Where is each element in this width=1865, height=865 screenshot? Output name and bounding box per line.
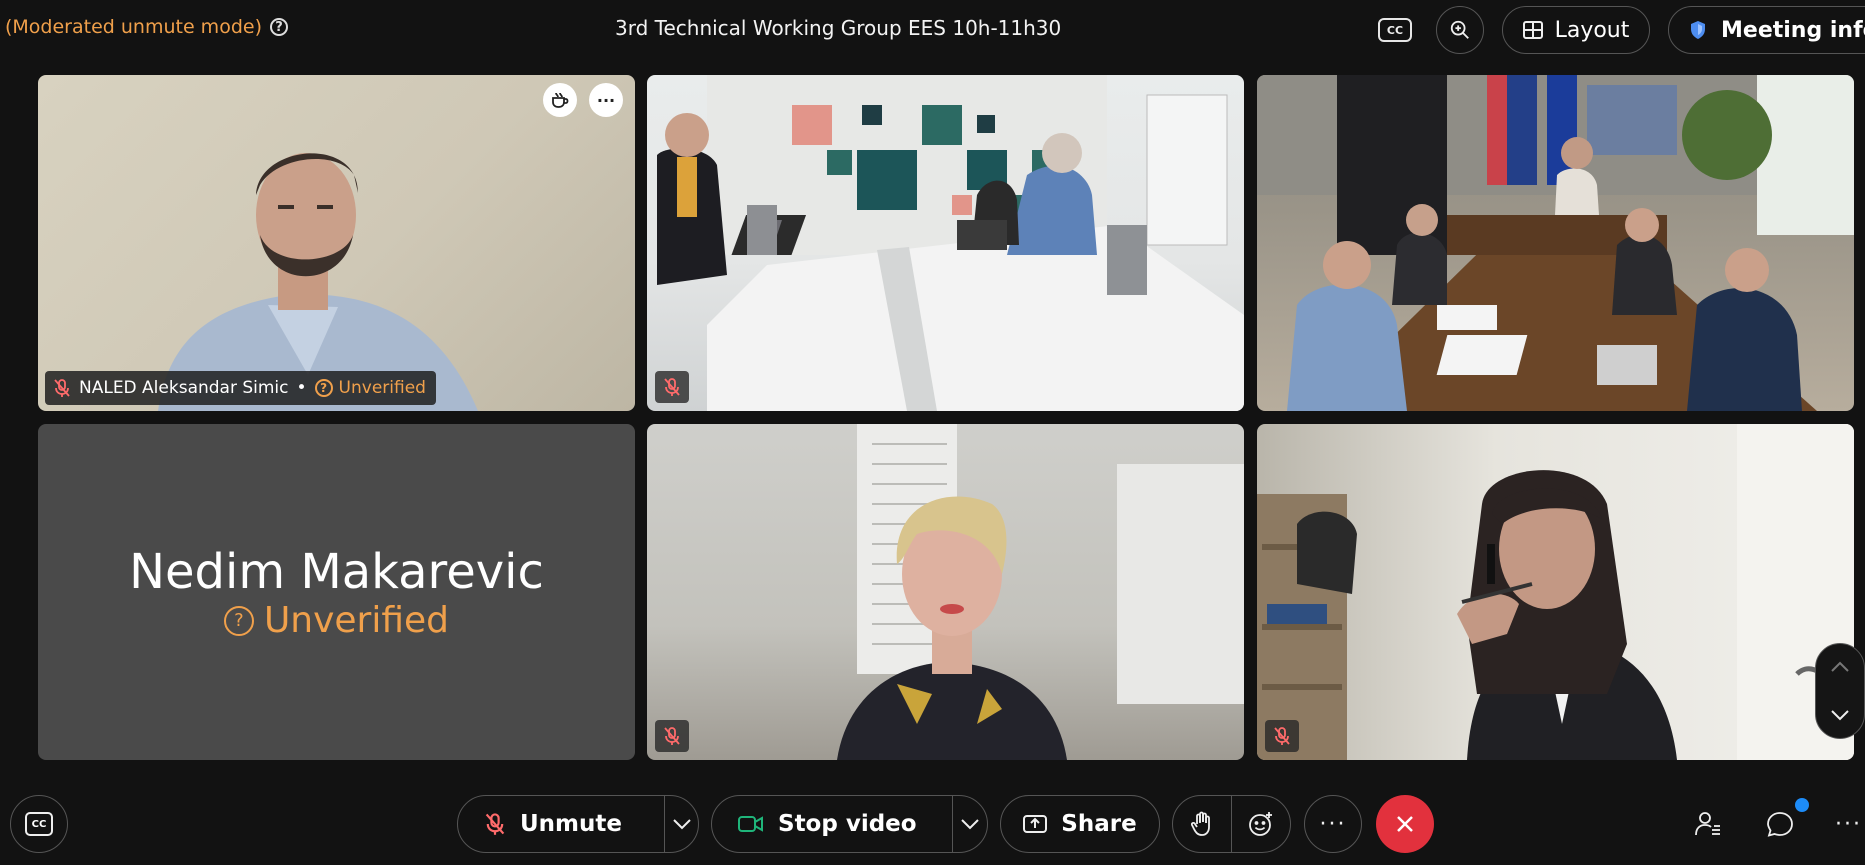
- video-tile-participant-6[interactable]: [1257, 424, 1854, 760]
- mic-muted-icon: [485, 813, 505, 835]
- close-icon: [1397, 816, 1413, 832]
- audio-options-dropdown[interactable]: [665, 795, 698, 853]
- help-icon[interactable]: ?: [269, 18, 288, 36]
- scroll-down-button[interactable]: [1816, 692, 1864, 738]
- meeting-info-button[interactable]: Meeting info: [1668, 6, 1865, 54]
- more-options-button[interactable]: ···: [1304, 795, 1362, 853]
- help-icon: ?: [223, 605, 254, 636]
- captions-button[interactable]: CC: [10, 795, 68, 853]
- coffee-icon[interactable]: [543, 83, 577, 117]
- leave-meeting-button[interactable]: [1376, 795, 1434, 853]
- name-separator: •: [296, 378, 307, 398]
- participant-video: [158, 153, 478, 411]
- video-group: Stop video: [711, 795, 988, 853]
- zoom-button[interactable]: [1436, 6, 1484, 54]
- participant-video: [837, 424, 1244, 760]
- chevron-down-icon: [961, 819, 979, 830]
- mute-badge: [655, 720, 689, 752]
- grid-scroll-control: [1815, 643, 1865, 739]
- participant-name-tag: NALED Aleksandar Simic • ? Unverified: [45, 371, 436, 405]
- mic-muted-icon: [664, 727, 680, 745]
- layout-icon: [1522, 21, 1543, 39]
- unverified-badge: ? Unverified: [38, 600, 635, 641]
- video-tile-conference-room-1[interactable]: [647, 75, 1244, 411]
- unverified-label: Unverified: [263, 600, 450, 641]
- chevron-down-icon: [672, 819, 691, 830]
- more-icon: ···: [1319, 811, 1347, 837]
- more-icon: ···: [1835, 811, 1862, 837]
- share-icon: [1023, 815, 1048, 833]
- more-panels-button[interactable]: ···: [1835, 806, 1865, 842]
- meeting-controls-bar: CC Unmute Stop video Share ··· ···: [0, 780, 1865, 865]
- chat-notification-badge: [1795, 798, 1809, 812]
- participant-name: Nedim Makarevic: [129, 544, 544, 600]
- share-label: Share: [1061, 811, 1137, 837]
- scroll-up-button[interactable]: [1816, 644, 1864, 690]
- video-tile-nedim-makarevic[interactable]: Nedim Makarevic ? Unverified: [38, 424, 635, 760]
- hand-icon: [1191, 811, 1210, 836]
- chat-icon: [1767, 812, 1793, 837]
- raise-hand-button[interactable]: [1173, 795, 1231, 853]
- unmute-button[interactable]: Unmute: [458, 795, 664, 853]
- mic-muted-icon: [1274, 727, 1290, 745]
- participant-video: [1257, 75, 1854, 411]
- unmute-label: Unmute: [520, 811, 622, 837]
- stop-video-button[interactable]: Stop video: [712, 795, 952, 853]
- participant-name: NALED Aleksandar Simic: [79, 378, 289, 398]
- video-tile-participant-5[interactable]: [647, 424, 1244, 760]
- participant-video: [657, 75, 1244, 411]
- layout-label: Layout: [1554, 17, 1630, 43]
- mic-muted-icon: [664, 378, 680, 396]
- layout-button[interactable]: Layout: [1502, 6, 1650, 54]
- participants-button[interactable]: [1686, 802, 1730, 846]
- reactions-button[interactable]: [1232, 795, 1290, 853]
- participants-icon: [1695, 812, 1720, 836]
- mic-muted-icon: [54, 379, 70, 397]
- chevron-down-icon: [1831, 710, 1849, 721]
- help-icon: ?: [314, 379, 333, 397]
- unverified-badge: ? Unverified: [314, 378, 426, 398]
- mute-badge: [1265, 720, 1299, 752]
- meeting-title: 3rd Technical Working Group EES 10h-11h3…: [615, 16, 1062, 40]
- reactions-group: [1172, 795, 1291, 853]
- unverified-label: Unverified: [338, 378, 426, 398]
- video-tile-aleksandar-simic[interactable]: ··· NALED Aleksandar Simic • ? Unverifie…: [38, 75, 635, 411]
- top-bar: (Moderated unmute mode) ? 3rd Technical …: [0, 0, 1865, 60]
- share-button[interactable]: Share: [1000, 795, 1160, 853]
- moderated-unmute-indicator: (Moderated unmute mode) ?: [5, 16, 288, 38]
- chevron-up-icon: [1831, 661, 1849, 672]
- video-tile-conference-room-2[interactable]: [1257, 75, 1854, 411]
- shield-icon: [1691, 21, 1705, 39]
- emoji-icon: [1249, 812, 1272, 836]
- unmute-group: Unmute: [457, 795, 699, 853]
- camera-icon: [738, 816, 763, 832]
- participant-video: [1257, 424, 1854, 760]
- cc-icon[interactable]: CC: [1378, 18, 1412, 42]
- meeting-info-label: Meeting info: [1721, 17, 1865, 43]
- mute-badge: [655, 371, 689, 403]
- moderated-label: (Moderated unmute mode): [5, 16, 262, 38]
- stop-video-label: Stop video: [778, 811, 917, 837]
- video-options-dropdown[interactable]: [953, 795, 987, 853]
- cc-icon: CC: [25, 812, 53, 836]
- more-icon[interactable]: ···: [589, 83, 623, 117]
- zoom-icon: [1450, 20, 1469, 39]
